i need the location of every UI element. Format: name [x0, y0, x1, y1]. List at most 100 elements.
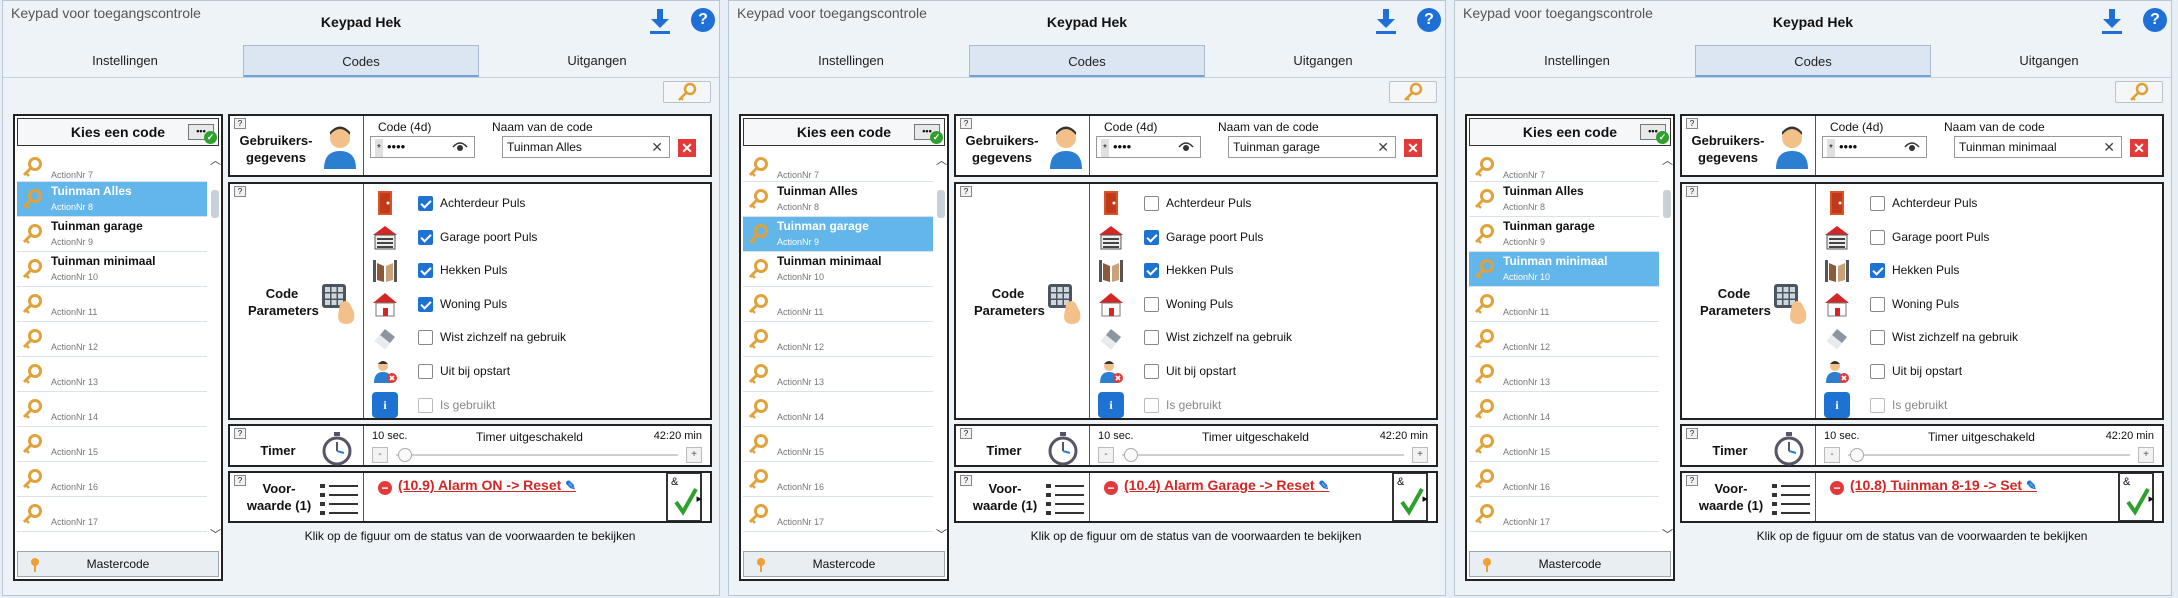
list-item[interactable]: ActionNr 14: [743, 392, 933, 427]
list-item[interactable]: ActionNr 13: [17, 357, 207, 392]
tab-codes[interactable]: Codes: [1695, 45, 1931, 77]
key-button[interactable]: [1389, 81, 1437, 103]
help-small-icon[interactable]: ?: [1686, 118, 1698, 129]
code-input[interactable]: * ••••: [370, 136, 475, 158]
delete-button[interactable]: ✕: [2130, 139, 2148, 157]
param-checkbox[interactable]: [1144, 363, 1159, 379]
list-scrollbar[interactable]: ︿ ﹀: [1661, 150, 1673, 541]
help-small-icon[interactable]: ?: [960, 186, 972, 197]
list-item[interactable]: ActionNr 15: [17, 427, 207, 462]
list-item[interactable]: Tuinman Alles ActionNr 8: [743, 182, 933, 217]
param-checkbox[interactable]: [1870, 229, 1885, 245]
list-item[interactable]: Tuinman minimaal ActionNr 10: [17, 252, 207, 287]
list-item[interactable]: ActionNr 15: [1469, 427, 1659, 462]
code-list[interactable]: ActionNr 7 Tuinman Alles ActionNr 8 Tuinman…: [743, 156, 933, 540]
timer-slider-track[interactable]: [396, 454, 678, 456]
list-item[interactable]: Tuinman minimaal ActionNr 10: [1469, 252, 1659, 287]
list-item[interactable]: ActionNr 13: [743, 357, 933, 392]
condition-link[interactable]: − (10.9) Alarm ON -> Reset ✎: [378, 477, 576, 495]
tab-codes[interactable]: Codes: [243, 45, 479, 77]
chevron-up-icon[interactable]: ︿: [1662, 156, 1673, 167]
condition-link[interactable]: − (10.8) Tuinman 8-19 -> Set ✎: [1830, 477, 2037, 495]
timer-slider-handle[interactable]: [398, 448, 412, 462]
param-checkbox[interactable]: [1144, 296, 1159, 312]
param-checkbox[interactable]: [1870, 330, 1885, 345]
timer-slider-handle[interactable]: [1124, 448, 1138, 462]
list-item[interactable]: ActionNr 11: [743, 287, 933, 322]
code-input[interactable]: * ••••: [1822, 136, 1927, 158]
list-item[interactable]: ActionNr 7: [17, 156, 207, 182]
param-checkbox[interactable]: [418, 296, 433, 312]
list-scrollbar[interactable]: ︿ ﹀: [935, 150, 947, 541]
list-item[interactable]: ActionNr 11: [1469, 287, 1659, 322]
chevron-down-icon[interactable]: ﹀: [936, 530, 947, 541]
help-icon[interactable]: ?: [1417, 8, 1441, 32]
help-small-icon[interactable]: ?: [234, 428, 246, 439]
param-checkbox[interactable]: [1870, 263, 1885, 278]
scrollbar-thumb[interactable]: [1663, 190, 1671, 218]
timer-slider-handle[interactable]: [1850, 448, 1864, 462]
remove-icon[interactable]: −: [378, 481, 392, 495]
list-scrollbar[interactable]: ︿ ﹀: [209, 150, 221, 541]
list-item[interactable]: ActionNr 17: [17, 497, 207, 532]
edit-icon[interactable]: ✎: [2026, 478, 2037, 493]
list-item[interactable]: Tuinman Alles ActionNr 8: [1469, 182, 1659, 217]
key-button[interactable]: [2115, 81, 2163, 103]
checklist-icon[interactable]: [1044, 481, 1086, 519]
code-input[interactable]: * ••••: [1096, 136, 1201, 158]
param-checkbox[interactable]: [1144, 263, 1159, 278]
help-small-icon[interactable]: ?: [1686, 428, 1698, 439]
remove-icon[interactable]: −: [1830, 481, 1844, 495]
timer-increment-button[interactable]: +: [1412, 447, 1428, 463]
help-small-icon[interactable]: ?: [960, 118, 972, 129]
list-item[interactable]: Tuinman garage ActionNr 9: [1469, 217, 1659, 252]
more-options-button[interactable]: ••• ✓: [1640, 124, 1669, 144]
timer-decrement-button[interactable]: -: [372, 447, 388, 463]
mastercode-button[interactable]: Mastercode: [1469, 551, 1671, 577]
chevron-up-icon[interactable]: ︿: [936, 156, 947, 167]
clear-icon[interactable]: ✕: [651, 137, 663, 157]
edit-icon[interactable]: ✎: [1318, 478, 1329, 493]
param-checkbox[interactable]: [1870, 196, 1885, 211]
list-item[interactable]: ActionNr 16: [743, 462, 933, 497]
timer-slider-track[interactable]: [1122, 454, 1404, 456]
list-item[interactable]: ActionNr 17: [1469, 497, 1659, 532]
timer-increment-button[interactable]: +: [2138, 447, 2154, 463]
list-item[interactable]: Tuinman garage ActionNr 9: [17, 217, 207, 252]
tab-instellingen[interactable]: Instellingen: [1459, 45, 1695, 77]
chevron-down-icon[interactable]: ﹀: [1662, 530, 1673, 541]
tab-uitgangen[interactable]: Uitgangen: [1931, 45, 2167, 77]
mastercode-button[interactable]: Mastercode: [743, 551, 945, 577]
param-checkbox[interactable]: [1870, 363, 1885, 379]
list-item[interactable]: ActionNr 15: [743, 427, 933, 462]
list-item[interactable]: ActionNr 14: [17, 392, 207, 427]
list-item[interactable]: Tuinman minimaal ActionNr 10: [743, 252, 933, 287]
delete-button[interactable]: ✕: [678, 139, 696, 157]
download-icon[interactable]: [647, 7, 673, 35]
tab-codes[interactable]: Codes: [969, 45, 1205, 77]
eye-icon[interactable]: [452, 141, 468, 153]
list-item[interactable]: ActionNr 16: [17, 462, 207, 497]
help-icon[interactable]: ?: [691, 8, 715, 32]
timer-slider-track[interactable]: [1848, 454, 2130, 456]
param-checkbox[interactable]: [418, 229, 433, 245]
mastercode-button[interactable]: Mastercode: [17, 551, 219, 577]
tab-instellingen[interactable]: Instellingen: [7, 45, 243, 77]
tab-instellingen[interactable]: Instellingen: [733, 45, 969, 77]
timer-increment-button[interactable]: +: [686, 447, 702, 463]
help-small-icon[interactable]: ?: [234, 118, 246, 129]
list-item[interactable]: ActionNr 12: [1469, 322, 1659, 357]
remove-icon[interactable]: −: [1104, 481, 1118, 495]
scrollbar-thumb[interactable]: [937, 190, 945, 218]
list-item[interactable]: ActionNr 16: [1469, 462, 1659, 497]
list-item[interactable]: ActionNr 17: [743, 497, 933, 532]
list-item[interactable]: ActionNr 13: [1469, 357, 1659, 392]
clear-icon[interactable]: ✕: [2103, 137, 2115, 157]
param-checkbox[interactable]: [418, 330, 433, 345]
name-input[interactable]: Tuinman minimaal ✕: [1954, 136, 2122, 158]
timer-decrement-button[interactable]: -: [1824, 447, 1840, 463]
param-checkbox[interactable]: [1144, 330, 1159, 345]
condition-link[interactable]: − (10.4) Alarm Garage -> Reset ✎: [1104, 477, 1329, 495]
help-small-icon[interactable]: ?: [1686, 186, 1698, 197]
help-small-icon[interactable]: ?: [960, 428, 972, 439]
